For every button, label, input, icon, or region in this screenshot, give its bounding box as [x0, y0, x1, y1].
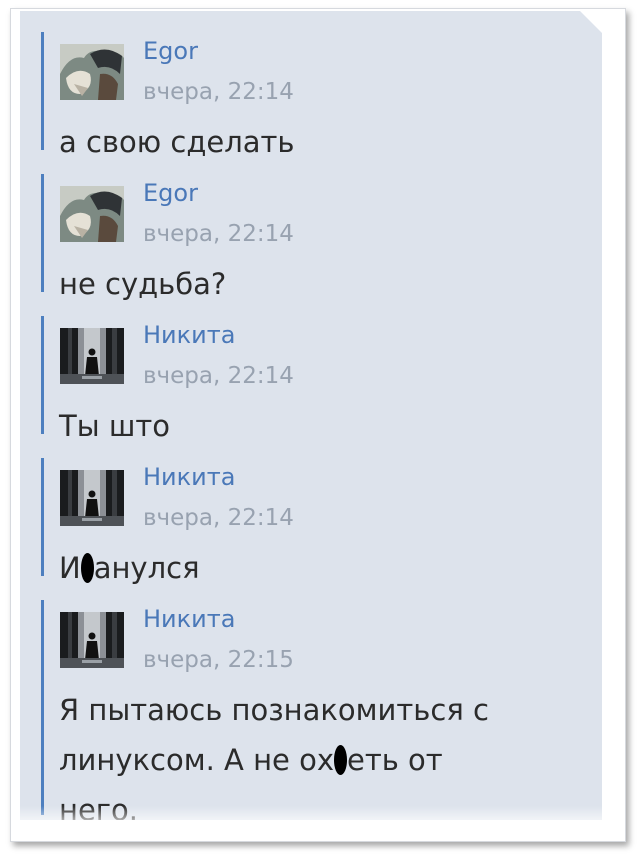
message-item[interactable]: Никита вчера, 22:14 Ты што: [41, 316, 584, 443]
message-item[interactable]: Никита вчера, 22:14 Ианулся: [41, 458, 584, 585]
message-text: а свою сделать: [59, 117, 579, 167]
message-text: Ианулся: [59, 543, 579, 593]
message-text-part: анулся: [93, 551, 200, 585]
message-text-part: Ты што: [59, 409, 171, 443]
figure-in-forest-avatar-icon[interactable]: [60, 328, 124, 384]
author-name-link[interactable]: Никита: [143, 605, 235, 633]
message-history-panel: Egor вчера, 22:14 а свою сделать Egor вч…: [20, 11, 602, 820]
message-item[interactable]: Никита вчера, 22:15 Я пытаюсь познакомит…: [41, 600, 584, 820]
message-text: Я пытаюсь познакомиться с линуксом. А не…: [59, 685, 529, 820]
message-text-part: И: [59, 551, 81, 585]
page-corner-fold: [580, 11, 602, 33]
author-name-link[interactable]: Никита: [143, 463, 235, 491]
message-item[interactable]: Egor вчера, 22:14 а свою сделать: [41, 32, 584, 159]
message-timestamp: вчера, 22:14: [143, 505, 294, 531]
message-text: не судьба?: [59, 259, 579, 309]
bottom-edge-fade: [20, 806, 602, 820]
message-timestamp: вчера, 22:15: [143, 647, 294, 673]
censor-blot: [334, 745, 348, 775]
author-name-link[interactable]: Никита: [143, 321, 235, 349]
censor-blot: [80, 553, 94, 583]
figure-in-forest-avatar-icon[interactable]: [60, 612, 124, 668]
message-text-part: не судьба?: [59, 267, 227, 301]
author-name-link[interactable]: Egor: [143, 179, 198, 207]
author-name-link[interactable]: Egor: [143, 37, 198, 65]
figure-in-forest-avatar-icon[interactable]: [60, 470, 124, 526]
message-timestamp: вчера, 22:14: [143, 363, 294, 389]
message-timestamp: вчера, 22:14: [143, 79, 294, 105]
message-text: Ты што: [59, 401, 579, 451]
anime-avatar-icon[interactable]: [60, 186, 124, 242]
anime-avatar-icon[interactable]: [60, 44, 124, 100]
message-item[interactable]: Egor вчера, 22:14 не судьба?: [41, 174, 584, 301]
message-timestamp: вчера, 22:14: [143, 221, 294, 247]
message-text-part: а свою сделать: [59, 125, 295, 159]
